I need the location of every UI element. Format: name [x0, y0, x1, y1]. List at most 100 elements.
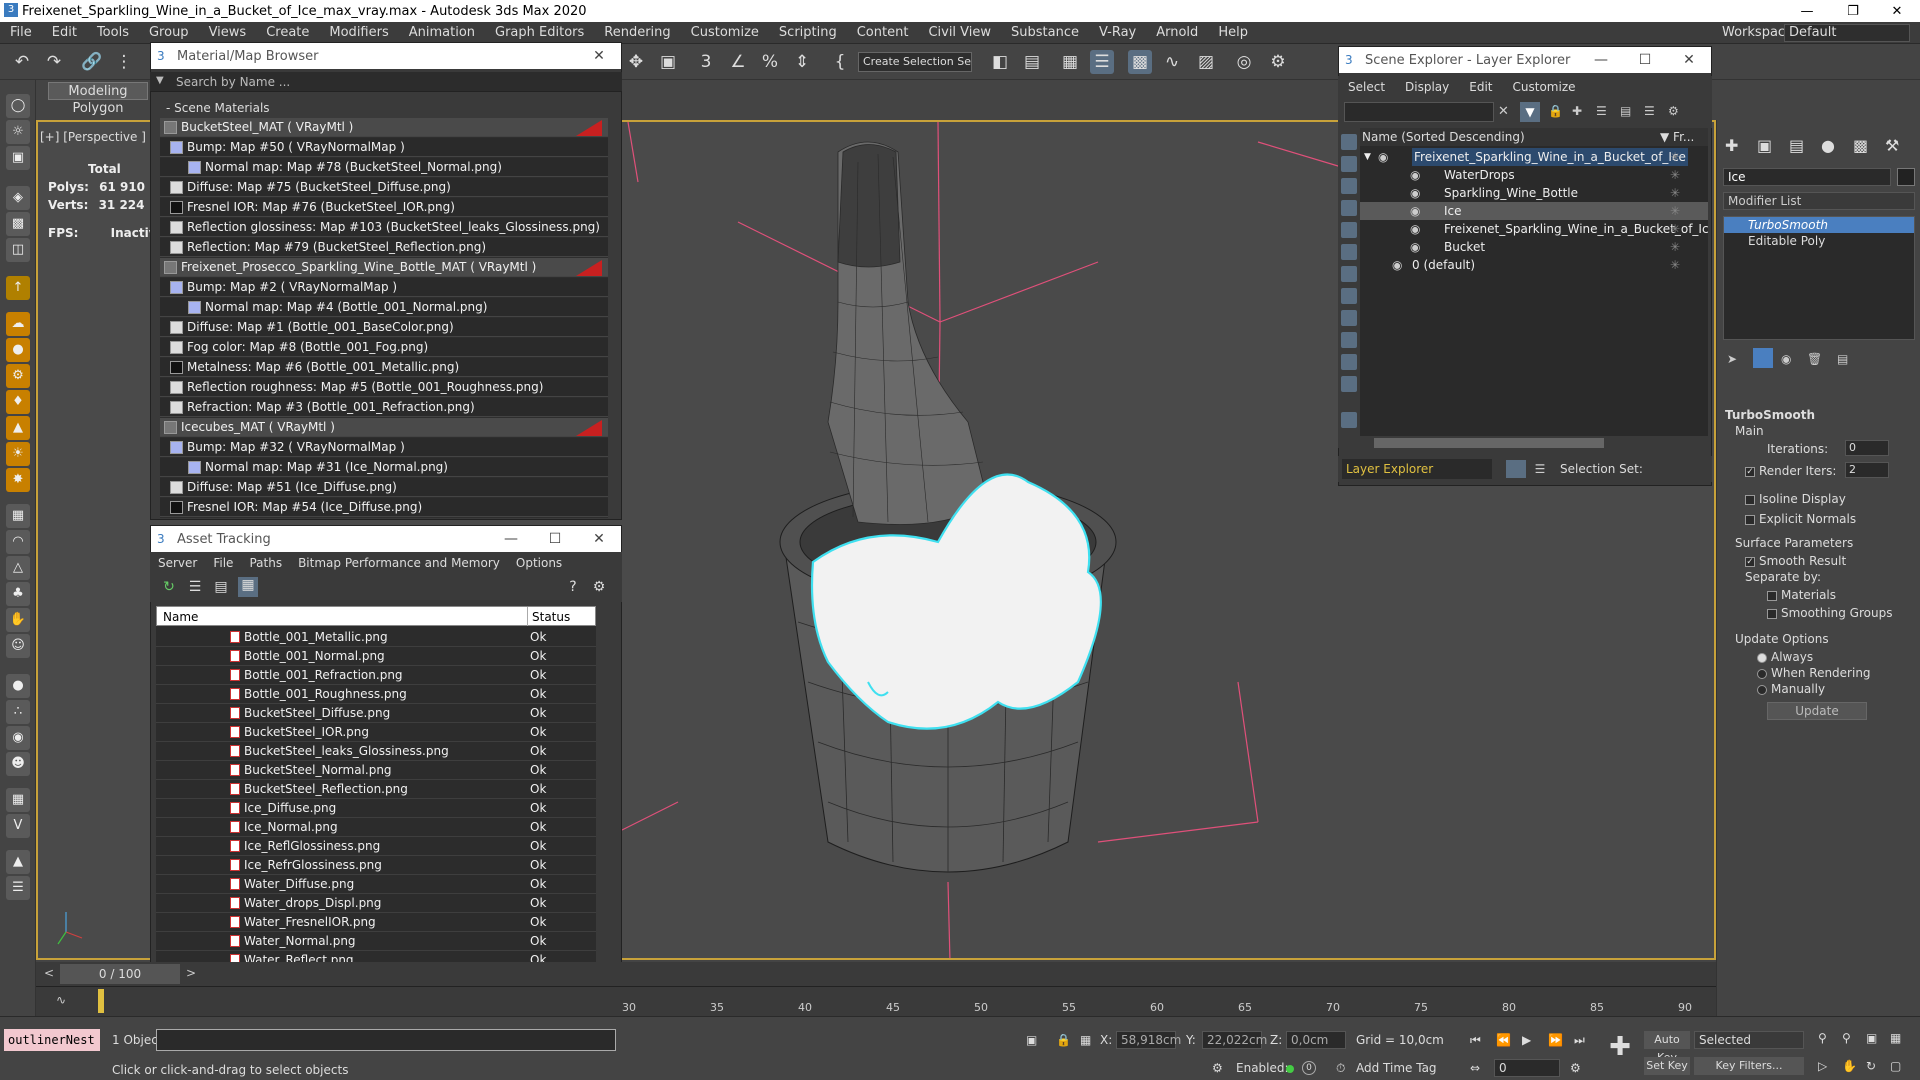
- menu-civil-view[interactable]: Civil View: [918, 25, 1001, 40]
- current-frame-field[interactable]: 0: [1494, 1059, 1560, 1077]
- asset-row[interactable]: BucketSteel_Reflection.png Ok: [156, 780, 596, 799]
- maximize-viewport-icon[interactable]: ▢: [1890, 1059, 1901, 1073]
- building-icon[interactable]: ▦: [6, 788, 30, 812]
- list-view-icon[interactable]: ☰: [186, 579, 204, 597]
- burst-icon[interactable]: ✸: [6, 468, 30, 492]
- render-icon[interactable]: ▲: [6, 850, 30, 874]
- always-radio[interactable]: [1757, 652, 1767, 663]
- play-icon[interactable]: ▶: [1522, 1033, 1531, 1047]
- move-icon[interactable]: ✥: [624, 50, 648, 74]
- rollout-turbosmooth[interactable]: TurboSmooth: [1725, 408, 1815, 422]
- display-frozen-icon[interactable]: [1341, 354, 1357, 370]
- menu-file[interactable]: File: [205, 556, 241, 570]
- asset-row[interactable]: Ice_RefrGlossiness.png Ok: [156, 856, 596, 875]
- maxscript-listener-input[interactable]: outlinerNest: [4, 1029, 100, 1051]
- freeze-icon[interactable]: ✳: [1670, 256, 1680, 274]
- manually-radio[interactable]: [1757, 684, 1767, 695]
- refresh-icon[interactable]: ↻: [160, 579, 178, 597]
- enabled-toggle[interactable]: 0: [1302, 1061, 1316, 1075]
- list-icon[interactable]: ☰: [6, 876, 30, 900]
- iterations-spinner[interactable]: 0: [1845, 440, 1889, 456]
- asset-row[interactable]: Water_drops_Displ.png Ok: [156, 894, 596, 913]
- go-to-start-icon[interactable]: ⏮: [1470, 1033, 1481, 1048]
- asset-row[interactable]: Ice_ReflGlossiness.png Ok: [156, 837, 596, 856]
- layer-stack-icon[interactable]: [1506, 460, 1526, 478]
- clear-search-icon[interactable]: ✕: [1498, 104, 1509, 119]
- vray-icon[interactable]: V: [6, 814, 30, 838]
- zoom-icon[interactable]: ⚲: [1818, 1031, 1827, 1045]
- freeze-icon[interactable]: ✳: [1670, 184, 1680, 202]
- workspace-dropdown[interactable]: Default: [1784, 24, 1910, 42]
- display-bones-icon[interactable]: [1341, 310, 1357, 326]
- menu-help[interactable]: Help: [1208, 25, 1258, 40]
- hierarchy-tab-icon[interactable]: ▤: [1789, 136, 1804, 155]
- auto-key-button[interactable]: Auto Key: [1644, 1031, 1690, 1064]
- modify-icon[interactable]: ☼: [6, 120, 30, 144]
- hierarchy-icon[interactable]: ▤: [1620, 104, 1631, 118]
- undo-icon[interactable]: ↶: [10, 50, 34, 74]
- spinner-snap-icon[interactable]: ⇕: [790, 50, 814, 74]
- map-row[interactable]: Reflection roughness: Map #5 (Bottle_001…: [160, 378, 608, 397]
- link-icon[interactable]: 🔗: [80, 50, 104, 74]
- hat-icon[interactable]: ▲: [6, 416, 30, 440]
- zoom-extents-icon[interactable]: ▣: [1866, 1031, 1877, 1045]
- scene-object-row[interactable]: ◉ Sparkling_Wine_Bottle ✳: [1360, 184, 1708, 202]
- scene-materials-section[interactable]: - Scene Materials: [156, 98, 616, 118]
- map-row[interactable]: Fresnel IOR: Map #54 (Ice_Diffuse.png): [160, 498, 608, 517]
- update-button[interactable]: Update: [1767, 702, 1867, 720]
- menu-graph-editors[interactable]: Graph Editors: [485, 25, 594, 40]
- scene-horizontal-scrollbar[interactable]: [1360, 436, 1708, 450]
- display-all-icon[interactable]: [1341, 412, 1357, 428]
- pin-stack-icon[interactable]: ➤: [1727, 352, 1737, 366]
- scene-search-input[interactable]: [1344, 102, 1494, 122]
- tab-modeling[interactable]: Modeling: [48, 82, 148, 100]
- camera-icon[interactable]: ◉: [6, 726, 30, 750]
- menu-select[interactable]: Select: [1338, 80, 1395, 94]
- asset-row[interactable]: Bottle_001_Refraction.png Ok: [156, 666, 596, 685]
- menu-options[interactable]: Options: [508, 556, 570, 570]
- close-icon[interactable]: ✕: [577, 526, 621, 552]
- visibility-eye-icon[interactable]: ◉: [1410, 238, 1420, 256]
- asset-vertical-scrollbar[interactable]: [596, 606, 608, 1010]
- asset-row[interactable]: Bottle_001_Roughness.png Ok: [156, 685, 596, 704]
- menu-edit[interactable]: Edit: [42, 25, 87, 40]
- freeze-icon[interactable]: ✳: [1670, 148, 1680, 166]
- isoline-checkbox[interactable]: [1745, 494, 1755, 505]
- utilities-tab-icon[interactable]: ⚒: [1885, 136, 1899, 155]
- map-row[interactable]: Metalness: Map #6 (Bottle_001_Metallic.p…: [160, 358, 608, 377]
- absolute-mode-icon[interactable]: ▦: [1080, 1033, 1091, 1047]
- options-icon[interactable]: ⚙: [1668, 104, 1679, 118]
- map-row[interactable]: Bump: Map #2 ( VRayNormalMap ): [160, 278, 608, 297]
- sphere-icon[interactable]: ●: [6, 338, 30, 362]
- map-row[interactable]: Bump: Map #32 ( VRayNormalMap ): [160, 438, 608, 457]
- shader-ball-icon[interactable]: ●: [6, 674, 30, 698]
- freeze-icon[interactable]: ✳: [1670, 220, 1680, 238]
- time-slider-handle[interactable]: [98, 989, 104, 1013]
- filter-icon[interactable]: ▼: [1520, 102, 1540, 122]
- map-row[interactable]: Diffuse: Map #1 (Bottle_001_BaseColor.pn…: [160, 318, 608, 337]
- column-status[interactable]: Status: [527, 607, 570, 627]
- modify-tab-icon[interactable]: ▣: [1757, 136, 1772, 155]
- scene-object-row[interactable]: ◉ Ice ✳: [1360, 202, 1708, 220]
- gear-icon[interactable]: ⚙: [6, 364, 30, 388]
- isolate-icon[interactable]: ▣: [1026, 1033, 1037, 1047]
- menu-paths[interactable]: Paths: [241, 556, 290, 570]
- material-editor-icon[interactable]: ◎: [1232, 50, 1256, 74]
- expand-chevron-icon[interactable]: ▼: [1364, 148, 1371, 166]
- object-name-input[interactable]: Ice: [1723, 168, 1891, 186]
- freeze-icon[interactable]: ✳: [1670, 202, 1680, 220]
- asset-row[interactable]: Ice_Diffuse.png Ok: [156, 799, 596, 818]
- set-key-plus-icon[interactable]: ✚: [1604, 1031, 1636, 1063]
- display-lights-icon[interactable]: [1341, 178, 1357, 194]
- motion-icon[interactable]: ◈: [6, 186, 30, 210]
- track-bar[interactable]: ∿ 30 35 40 45 50 55 60 65 70 75 80 85 90: [36, 986, 1716, 1016]
- table-view-icon[interactable]: ▦: [238, 577, 258, 597]
- materials-checkbox[interactable]: [1767, 590, 1777, 601]
- material-row[interactable]: Icecubes_MAT ( VRayMtl ): [160, 418, 608, 437]
- tree-view-icon[interactable]: ▤: [212, 579, 230, 597]
- cube-icon[interactable]: ▦: [6, 504, 30, 528]
- material-scrollbar[interactable]: [610, 118, 620, 518]
- menu-customize[interactable]: Customize: [1503, 80, 1586, 94]
- render-iters-checkbox[interactable]: ✓: [1745, 466, 1755, 477]
- redo-icon[interactable]: ↷: [42, 50, 66, 74]
